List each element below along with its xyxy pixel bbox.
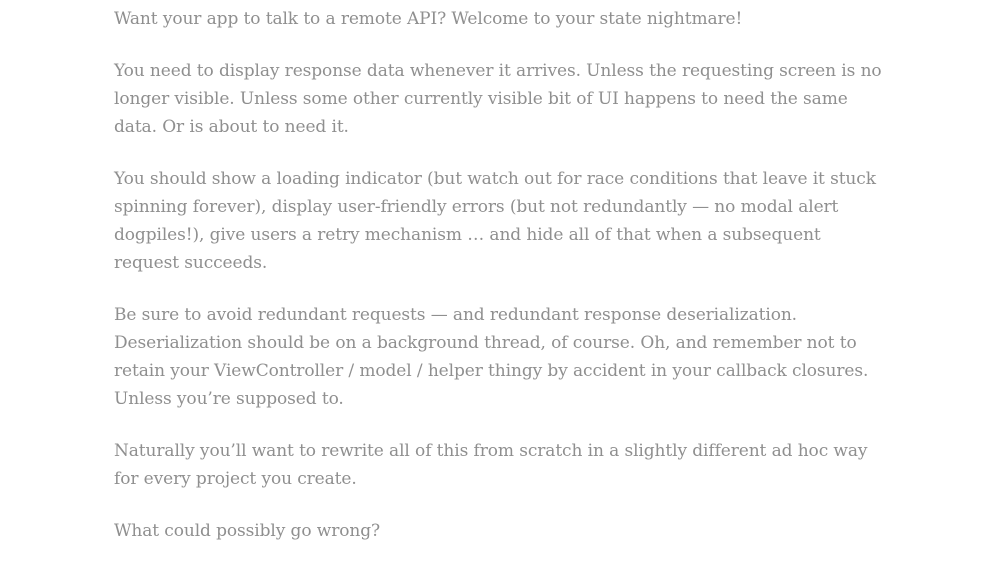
paragraph-rewrite: Naturally you’ll want to rewrite all of …: [114, 441, 868, 489]
paragraph-redundant-requests: Be sure to avoid redundant requests — an…: [114, 305, 869, 409]
paragraph-closing-question: What could possibly go wrong?: [114, 521, 381, 541]
paragraph-loading-indicator: You should show a loading indicator (but…: [114, 169, 876, 273]
paragraph-intro: Want your app to talk to a remote API? W…: [114, 9, 743, 29]
paragraph-display-data: You need to display response data whenev…: [114, 61, 882, 137]
article-body: Want your app to talk to a remote API? W…: [114, 5, 886, 569]
